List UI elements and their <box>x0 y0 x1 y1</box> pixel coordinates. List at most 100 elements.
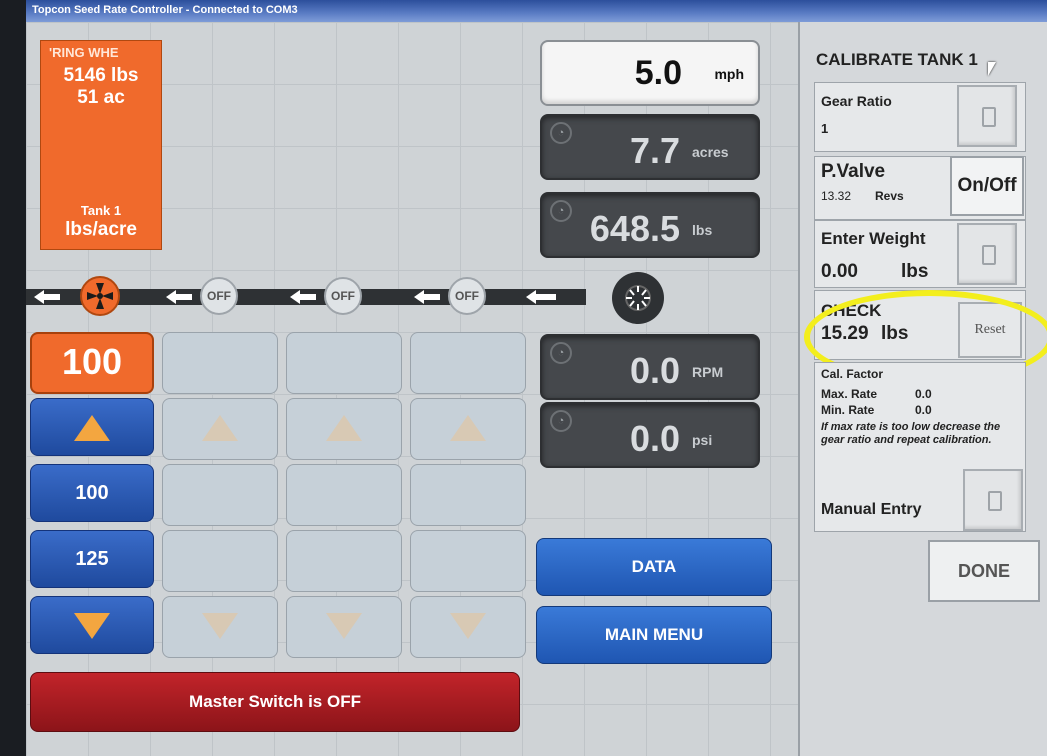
pvalve-onoff-button[interactable]: On/Off <box>950 156 1024 216</box>
section-cell[interactable] <box>286 530 402 592</box>
reset-button[interactable]: Reset <box>958 302 1022 358</box>
check-value: 15.29 <box>821 323 869 344</box>
section-cell[interactable] <box>286 332 402 394</box>
arrow-up-icon <box>202 415 238 441</box>
arrow-left-icon <box>290 290 300 304</box>
section-cell[interactable] <box>162 332 278 394</box>
arrow-down-icon <box>326 613 362 639</box>
arrow-tail <box>424 294 440 300</box>
gauge-icon: ◔ <box>550 200 572 222</box>
arrow-down-icon <box>202 613 238 639</box>
speed-value: 5.0 <box>634 54 682 92</box>
calibration-hint: If max rate is too low decrease the gear… <box>821 421 1001 446</box>
section-up-button[interactable] <box>162 398 278 460</box>
pvalve-label: P.Valve <box>821 161 886 182</box>
calibration-info-panel: Cal. Factor Max. Rate 0.0 Min. Rate 0.0 … <box>814 362 1026 532</box>
tank-area: 51 ac <box>77 87 125 108</box>
section-cell[interactable] <box>410 332 526 394</box>
check-label: CHECK <box>821 301 882 320</box>
fan-icon[interactable] <box>80 276 120 316</box>
section-cell[interactable] <box>410 530 526 592</box>
gauge-icon: ◔ <box>550 410 572 432</box>
enter-weight-keypad-button[interactable] <box>957 223 1017 285</box>
data-button[interactable]: DATA <box>536 538 772 596</box>
gear-ratio-label: Gear Ratio <box>821 93 892 109</box>
arrow-tail <box>300 294 316 300</box>
psi-unit: psi <box>692 432 713 448</box>
section-down-button[interactable] <box>410 596 526 658</box>
rpm-value: 0.0 <box>629 350 680 391</box>
product-name: 'RING WHE <box>49 45 119 60</box>
arrow-down-icon <box>74 613 110 639</box>
max-rate-label: Max. Rate <box>821 387 878 401</box>
rate-down-button[interactable] <box>30 596 154 654</box>
arrow-tail <box>536 294 556 300</box>
metering-wheel-icon <box>612 272 664 324</box>
tank-tile[interactable]: 'RING WHE 5146 lbs 51 ac Tank 1 lbs/acre <box>40 40 162 250</box>
manual-entry-label: Manual Entry <box>821 501 922 518</box>
arrow-left-icon <box>166 290 176 304</box>
lbs-unit: lbs <box>692 222 713 238</box>
arrow-tail <box>44 294 60 300</box>
acres-value: 7.7 <box>629 130 680 171</box>
tank-unit: lbs/acre <box>65 219 137 240</box>
tank-weight: 5146 lbs <box>63 65 139 86</box>
min-rate-label: Min. Rate <box>821 403 875 417</box>
section-cell[interactable] <box>162 464 278 526</box>
enter-weight-panel: Enter Weight 0.00 lbs <box>814 220 1026 288</box>
arrow-down-icon <box>450 613 486 639</box>
calibrate-title: CALIBRATE TANK 1 <box>816 50 978 69</box>
gauge-icon: ◔ <box>550 342 572 364</box>
enter-weight-label: Enter Weight <box>821 229 926 248</box>
calibrate-panel: CALIBRATE TANK 1 Gear Ratio 1 P.Valve 13… <box>798 22 1047 756</box>
arrow-left-icon <box>526 290 536 304</box>
app-screen: Topcon Seed Rate Controller - Connected … <box>26 0 1047 756</box>
speed-unit: mph <box>714 66 744 82</box>
tank-label: Tank 1 <box>80 203 122 218</box>
enter-weight-value: 0.00 <box>821 261 858 282</box>
speed-readout: 5.0 mph <box>540 40 760 106</box>
psi-readout: ◔ 0.0 psi <box>540 402 760 468</box>
section-down-button[interactable] <box>286 596 402 658</box>
target-rate[interactable]: 100 <box>30 332 154 394</box>
pvalve-revs: 13.32 <box>821 189 852 203</box>
section-cell[interactable] <box>162 530 278 592</box>
manual-entry-keypad-button[interactable] <box>963 469 1023 531</box>
section-up-button[interactable] <box>410 398 526 460</box>
gear-ratio-value: 1 <box>821 121 829 136</box>
arrow-tail <box>176 294 192 300</box>
main-menu-button[interactable]: MAIN MENU <box>536 606 772 664</box>
mouse-cursor-icon <box>988 62 996 76</box>
section-up-button[interactable] <box>286 398 402 460</box>
section-cell[interactable] <box>286 464 402 526</box>
preset-rate-2-button[interactable]: 125 <box>30 530 154 588</box>
calculator-icon <box>982 245 996 265</box>
gauge-icon: ◔ <box>550 122 572 144</box>
arrow-up-icon <box>74 415 110 441</box>
rpm-readout: ◔ 0.0 RPM <box>540 334 760 400</box>
preset-rate-1-button[interactable]: 100 <box>30 464 154 522</box>
main-panel: 'RING WHE 5146 lbs 51 ac Tank 1 lbs/acre… <box>26 22 798 756</box>
max-rate-value: 0.0 <box>915 387 932 401</box>
arrow-left-icon <box>414 290 424 304</box>
lbs-value: 648.5 <box>589 208 680 249</box>
acres-readout: ◔ 7.7 acres <box>540 114 760 180</box>
rate-up-button[interactable] <box>30 398 154 456</box>
master-switch-button[interactable]: Master Switch is OFF <box>30 672 520 732</box>
section-down-button[interactable] <box>162 596 278 658</box>
done-button[interactable]: DONE <box>928 540 1040 602</box>
min-rate-value: 0.0 <box>915 403 932 417</box>
window-title: Topcon Seed Rate Controller - Connected … <box>26 0 1047 22</box>
gear-ratio-panel: Gear Ratio 1 <box>814 82 1026 152</box>
arrow-up-icon <box>326 415 362 441</box>
enter-weight-unit: lbs <box>901 261 929 282</box>
calculator-icon <box>982 107 996 127</box>
section-off-badge[interactable]: OFF <box>448 277 486 315</box>
psi-value: 0.0 <box>629 418 680 459</box>
section-off-badge[interactable]: OFF <box>200 277 238 315</box>
gear-ratio-keypad-button[interactable] <box>957 85 1017 147</box>
section-off-badge[interactable]: OFF <box>324 277 362 315</box>
arrow-left-icon <box>34 290 44 304</box>
rpm-unit: RPM <box>692 364 724 380</box>
section-cell[interactable] <box>410 464 526 526</box>
